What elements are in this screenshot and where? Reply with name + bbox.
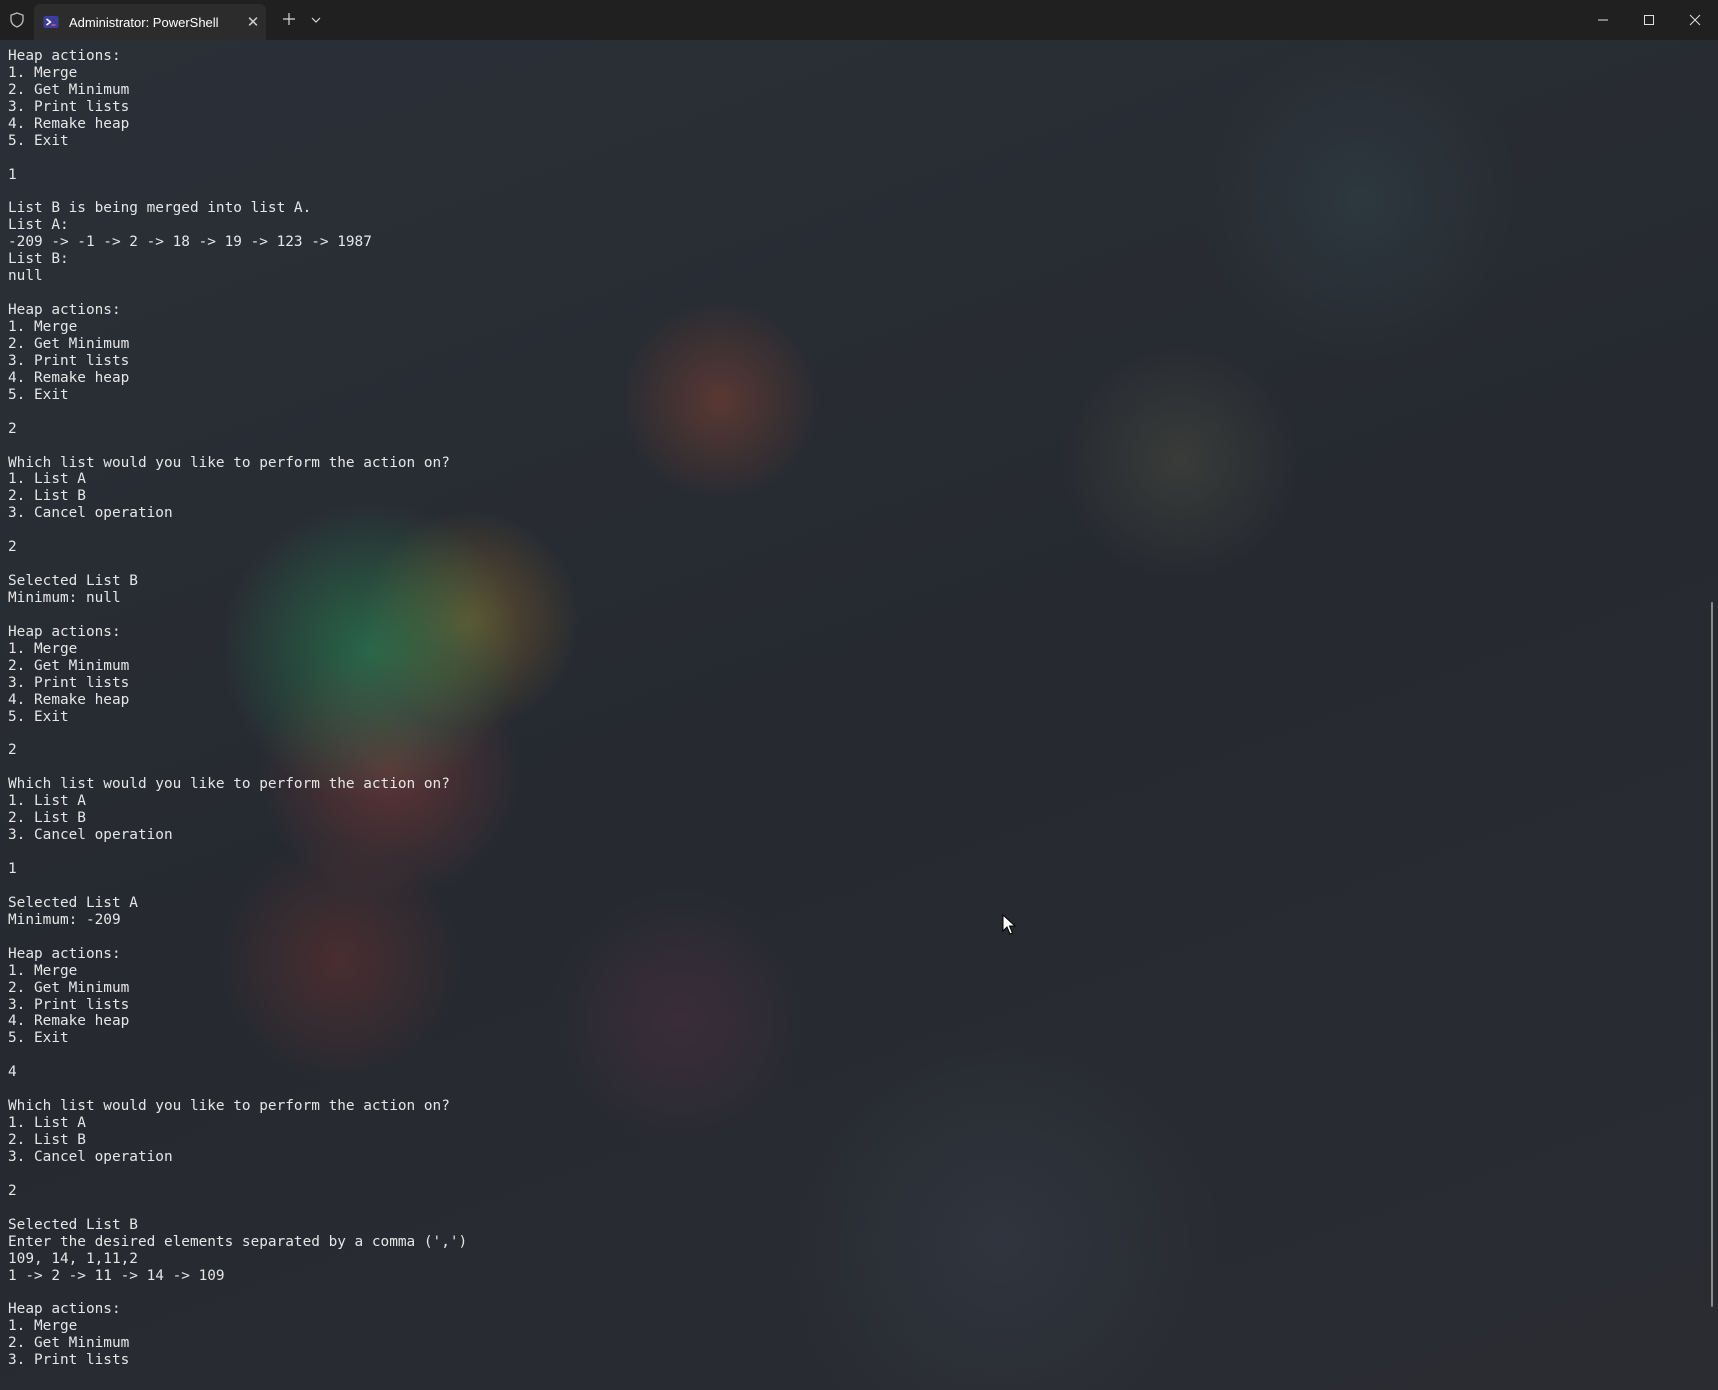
terminal-line: null bbox=[8, 268, 43, 285]
terminal-line: 3. Cancel operation bbox=[8, 827, 173, 844]
terminal-line: Heap actions: bbox=[8, 302, 121, 319]
maximize-icon bbox=[1644, 15, 1654, 25]
terminal-line: -209 -> -1 -> 2 -> 18 -> 19 -> 123 -> 19… bbox=[8, 234, 372, 251]
terminal-line: 2 bbox=[8, 742, 17, 759]
terminal-line: 3. Print lists bbox=[8, 98, 130, 115]
terminal-line: 2. Get Minimum bbox=[8, 81, 130, 98]
terminal-line: 1. Merge bbox=[8, 64, 78, 81]
terminal-line: 1. List A bbox=[8, 1115, 86, 1132]
mouse-cursor-icon bbox=[1002, 914, 1016, 935]
close-tab-icon[interactable]: ✕ bbox=[240, 13, 266, 31]
terminal-line: Which list would you like to perform the… bbox=[8, 1098, 450, 1115]
tab-powershell[interactable]: Administrator: PowerShell ✕ bbox=[34, 4, 266, 40]
terminal-line: 2. Get Minimum bbox=[8, 979, 130, 996]
terminal-line: 2. List B bbox=[8, 810, 86, 827]
tab-dropdown-button[interactable] bbox=[304, 14, 328, 26]
terminal-line: 1. Merge bbox=[8, 1318, 78, 1335]
terminal-line: 2 bbox=[8, 539, 17, 556]
tab-title: Administrator: PowerShell bbox=[69, 14, 219, 30]
terminal-line: 1 -> 2 -> 11 -> 14 -> 109 bbox=[8, 1267, 225, 1284]
terminal-line: 5. Exit bbox=[8, 1030, 69, 1047]
terminal-line: 2. List B bbox=[8, 488, 86, 505]
terminal-line: 1. List A bbox=[8, 471, 86, 488]
terminal-line: 3. Print lists bbox=[8, 996, 130, 1013]
close-window-button[interactable] bbox=[1672, 0, 1718, 40]
terminal-line: 4. Remake heap bbox=[8, 369, 130, 386]
terminal-line: 5. Exit bbox=[8, 708, 69, 725]
terminal-line: 2. Get Minimum bbox=[8, 335, 130, 352]
terminal-line: 4. Remake heap bbox=[8, 115, 130, 132]
terminal-line: Selected List B bbox=[8, 1216, 138, 1233]
terminal-line: Which list would you like to perform the… bbox=[8, 454, 450, 471]
terminal-line: List B: bbox=[8, 251, 69, 268]
terminal-line: Selected List B bbox=[8, 573, 138, 590]
terminal-line: Minimum: -209 bbox=[8, 911, 121, 928]
maximize-button[interactable] bbox=[1626, 0, 1672, 40]
terminal-line: Minimum: null bbox=[8, 590, 121, 606]
terminal-line: 1. List A bbox=[8, 793, 86, 810]
shield-icon bbox=[0, 0, 34, 40]
terminal-line: 3. Print lists bbox=[8, 1352, 130, 1369]
scrollbar-thumb[interactable] bbox=[1711, 602, 1713, 1307]
terminal-line: 2 bbox=[8, 1182, 17, 1199]
vertical-scrollbar[interactable] bbox=[1706, 40, 1718, 1390]
terminal-line: Enter the desired elements separated by … bbox=[8, 1233, 468, 1250]
chevron-down-icon bbox=[311, 17, 321, 23]
terminal-line: Heap actions: bbox=[8, 1301, 121, 1318]
title-bar: Administrator: PowerShell ✕ bbox=[0, 0, 1718, 40]
terminal-line: 2. List B bbox=[8, 1132, 86, 1148]
terminal-line: 3. Print lists bbox=[8, 674, 130, 691]
terminal-line: 4. Remake heap bbox=[8, 691, 130, 708]
plus-icon bbox=[283, 12, 295, 25]
terminal-line: Heap actions: bbox=[8, 48, 121, 64]
terminal-line: Heap actions: bbox=[8, 623, 121, 640]
terminal-line: 3. Cancel operation bbox=[8, 1148, 173, 1165]
new-tab-button[interactable] bbox=[274, 9, 304, 32]
terminal-line: 3. Cancel operation bbox=[8, 505, 173, 522]
terminal-line: 5. Exit bbox=[8, 386, 69, 403]
terminal-line: 1. Merge bbox=[8, 319, 78, 335]
terminal-line: 2. Get Minimum bbox=[8, 1335, 130, 1352]
terminal-line: 2 bbox=[8, 420, 17, 437]
terminal-line: 3. Print lists bbox=[8, 352, 130, 369]
terminal-line: List A: bbox=[8, 217, 69, 234]
minimize-icon bbox=[1598, 19, 1608, 21]
terminal-line: Which list would you like to perform the… bbox=[8, 776, 450, 793]
terminal-line: 5. Exit bbox=[8, 132, 69, 149]
terminal-line: Heap actions: bbox=[8, 945, 121, 962]
terminal-line: 4. Remake heap bbox=[8, 1013, 130, 1030]
terminal-line: 109, 14, 1,11,2 bbox=[8, 1250, 138, 1267]
terminal-line: 1 bbox=[8, 861, 17, 877]
terminal-line: 1. Merge bbox=[8, 962, 78, 979]
terminal-line: 1. Merge bbox=[8, 640, 78, 657]
minimize-button[interactable] bbox=[1580, 0, 1626, 40]
terminal-line: Selected List A bbox=[8, 894, 138, 911]
terminal-line: 4 bbox=[8, 1064, 17, 1081]
powershell-icon bbox=[43, 14, 59, 30]
terminal-line: List B is being merged into list A. bbox=[8, 200, 312, 217]
terminal-output[interactable]: Heap actions: 1. Merge 2. Get Minimum 3. Pr… bbox=[8, 48, 1698, 1390]
close-icon bbox=[1689, 14, 1701, 26]
terminal-line: 2. Get Minimum bbox=[8, 657, 130, 674]
terminal-line: 1 bbox=[8, 166, 17, 183]
